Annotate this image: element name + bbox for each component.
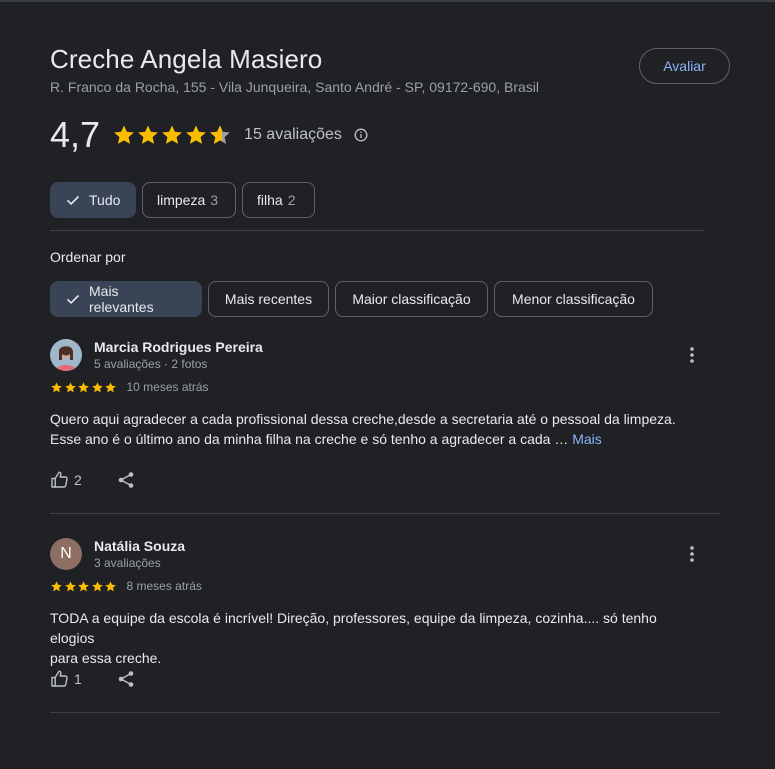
reviewer-name[interactable]: Natália Souza xyxy=(94,538,185,554)
place-address: R. Franco da Rocha, 155 - Vila Junqueira… xyxy=(50,79,540,95)
avatar[interactable] xyxy=(50,339,82,371)
review-text-segment: Esse ano é o último ano da minha filha n… xyxy=(50,431,569,447)
chip-label: limpeza xyxy=(157,192,206,208)
chip-limpeza[interactable]: limpeza 3 xyxy=(142,182,236,218)
like-count: 2 xyxy=(74,472,82,488)
star-icon xyxy=(105,580,116,591)
star-half-icon xyxy=(210,125,230,144)
review-time: 10 meses atrás xyxy=(126,380,209,394)
thumbs-up-icon xyxy=(51,670,68,687)
sort-lowest[interactable]: Menor classificação xyxy=(494,281,653,317)
review-stars: 8 meses atrás xyxy=(50,579,202,593)
more-options-icon[interactable] xyxy=(682,544,702,564)
like-count: 1 xyxy=(74,671,82,687)
like-button[interactable]: 2 xyxy=(50,470,82,490)
star-icon xyxy=(114,125,134,144)
review-item: Marcia Rodrigues Pereira 5 avaliações · … xyxy=(50,339,720,509)
reviewer-meta: 3 avaliações xyxy=(94,556,161,570)
chip-filha[interactable]: filha 2 xyxy=(242,182,315,218)
more-link[interactable]: Mais xyxy=(572,431,602,447)
share-icon[interactable] xyxy=(116,470,136,490)
share-icon[interactable] xyxy=(116,669,136,689)
review-text: Quero aqui agradecer a cada profissional… xyxy=(50,409,700,449)
top-border xyxy=(0,0,775,2)
chip-tudo[interactable]: Tudo xyxy=(50,182,136,218)
reviewer-meta: 5 avaliações · 2 fotos xyxy=(94,357,208,371)
star-icon xyxy=(105,381,116,392)
chip-label: filha xyxy=(257,192,283,208)
avatar-photo xyxy=(50,339,82,371)
review-time: 8 meses atrás xyxy=(126,579,202,593)
more-options-icon[interactable] xyxy=(682,345,702,365)
rate-button[interactable]: Avaliar xyxy=(639,48,730,84)
rating-value: 4,7 xyxy=(50,114,101,155)
divider xyxy=(50,712,720,713)
review-text-line: para essa creche. xyxy=(50,650,162,666)
divider xyxy=(50,230,705,231)
star-icon xyxy=(51,381,62,392)
sort-label-text: Mais relevantes xyxy=(89,283,154,315)
star-icon xyxy=(91,580,103,591)
like-button[interactable]: 1 xyxy=(50,669,82,689)
star-icon xyxy=(78,381,89,392)
chip-label: Tudo xyxy=(89,192,121,208)
rating-stars xyxy=(112,123,232,147)
review-actions: 1 xyxy=(50,669,136,689)
info-icon[interactable] xyxy=(354,128,368,142)
sort-relevant[interactable]: Mais relevantes xyxy=(50,281,202,317)
sort-label-text: Mais recentes xyxy=(224,291,313,307)
chip-count: 3 xyxy=(210,192,219,208)
star-icon xyxy=(138,125,158,144)
sort-recent[interactable]: Mais recentes xyxy=(208,281,329,317)
star-icon xyxy=(51,580,62,591)
sort-label-text: Menor classificação xyxy=(512,291,635,307)
sort-highest[interactable]: Maior classificação xyxy=(335,281,488,317)
star-icon xyxy=(162,125,182,144)
review-actions: 2 xyxy=(50,470,136,490)
chip-count: 2 xyxy=(287,192,296,208)
star-icon xyxy=(64,580,76,591)
star-icon xyxy=(186,125,206,144)
star-icon xyxy=(91,381,103,392)
rating-summary: 4,7 15 avaliações xyxy=(50,114,368,156)
review-item: N Natália Souza 3 avaliações 8 meses atr… xyxy=(50,538,720,708)
review-text-line: TODA a equipe da escola é incrível! Dire… xyxy=(50,610,657,646)
reviewer-name[interactable]: Marcia Rodrigues Pereira xyxy=(94,339,263,355)
avatar[interactable]: N xyxy=(50,538,82,570)
check-icon xyxy=(66,294,80,305)
sort-label: Ordenar por xyxy=(50,249,126,265)
review-text-line: Esse ano é o último ano da minha filha n… xyxy=(50,429,700,449)
place-title: Creche Angela Masiero xyxy=(50,44,323,74)
sort-label-text: Maior classificação xyxy=(352,291,471,307)
check-icon xyxy=(66,195,80,206)
star-icon xyxy=(78,580,89,591)
star-icon xyxy=(64,381,76,392)
thumbs-up-icon xyxy=(51,471,68,488)
review-text: TODA a equipe da escola é incrível! Dire… xyxy=(50,608,700,668)
reviews-count: 15 avaliações xyxy=(244,126,342,143)
divider xyxy=(50,513,720,514)
review-text-line: Quero aqui agradecer a cada profissional… xyxy=(50,411,676,427)
review-stars: 10 meses atrás xyxy=(50,380,209,394)
